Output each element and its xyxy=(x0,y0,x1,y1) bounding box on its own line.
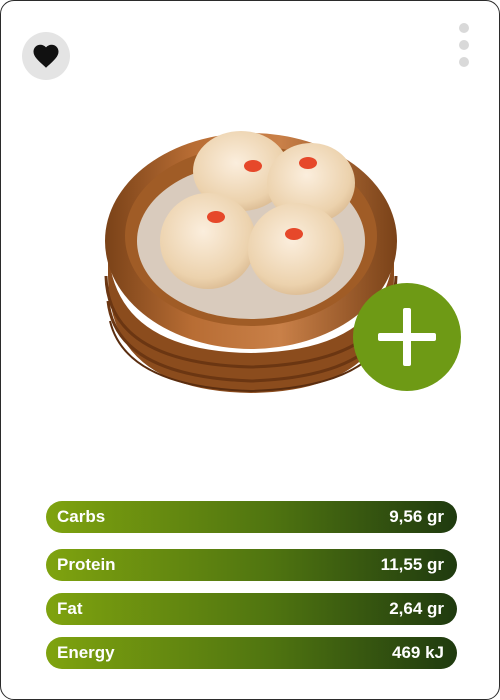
nutrient-row-carbs: Carbs 9,56 gr xyxy=(46,501,457,533)
dot xyxy=(459,57,469,67)
nutrient-label: Fat xyxy=(57,599,83,618)
nutrient-value: 469 kJ xyxy=(392,643,444,662)
nutrient-label: Carbs xyxy=(57,507,106,526)
more-options-button[interactable] xyxy=(455,21,473,69)
nutrient-value: 11,55 gr xyxy=(380,555,444,574)
dot xyxy=(459,23,469,33)
nutrient-row-protein: Protein 11,55 gr xyxy=(46,549,457,581)
add-button[interactable] xyxy=(353,283,461,391)
nutrient-row-fat: Fat 2,64 gr xyxy=(46,593,457,625)
dot xyxy=(459,40,469,50)
nutrient-row-energy: Energy 469 kJ xyxy=(46,637,457,669)
nutrient-label: Energy xyxy=(57,643,115,662)
nutrient-value: 9,56 gr xyxy=(389,507,444,526)
nutrient-label: Protein xyxy=(57,555,116,574)
plus-icon xyxy=(378,308,436,366)
heart-icon xyxy=(33,44,59,68)
food-card: Carbs 9,56 gr Protein 11,55 gr Fat 2,64 … xyxy=(0,0,500,700)
nutrient-value: 2,64 gr xyxy=(389,599,444,618)
favorite-button[interactable] xyxy=(22,32,70,80)
